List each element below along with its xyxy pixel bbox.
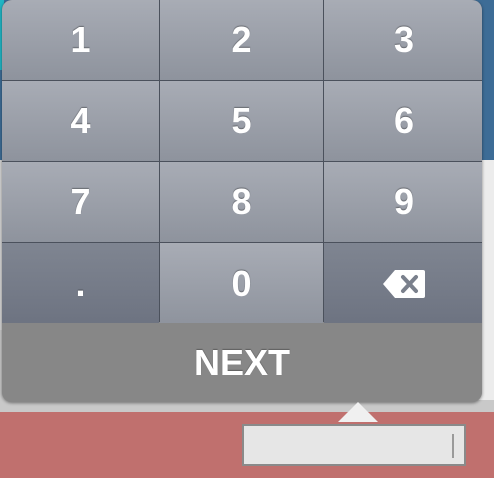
key-backspace[interactable] [324, 243, 482, 325]
key-3[interactable]: 3 [324, 0, 482, 80]
key-5[interactable]: 5 [160, 81, 323, 161]
key-1[interactable]: 1 [2, 0, 159, 80]
key-4[interactable]: 4 [2, 81, 159, 161]
numeric-keypad-popover: 1 2 3 4 5 6 7 8 9 . 0 NEXT [2, 0, 482, 402]
key-0[interactable]: 0 [160, 243, 323, 325]
numeric-keypad: 1 2 3 4 5 6 7 8 9 . 0 [2, 0, 482, 325]
next-button[interactable]: NEXT [2, 323, 482, 402]
popover-pointer [338, 402, 378, 422]
key-6[interactable]: 6 [324, 81, 482, 161]
key-8[interactable]: 8 [160, 162, 323, 242]
key-decimal[interactable]: . [2, 243, 159, 325]
key-2[interactable]: 2 [160, 0, 323, 80]
backspace-icon [383, 270, 425, 298]
text-caret [452, 434, 454, 458]
key-7[interactable]: 7 [2, 162, 159, 242]
key-9[interactable]: 9 [324, 162, 482, 242]
number-input-field[interactable] [242, 424, 466, 466]
